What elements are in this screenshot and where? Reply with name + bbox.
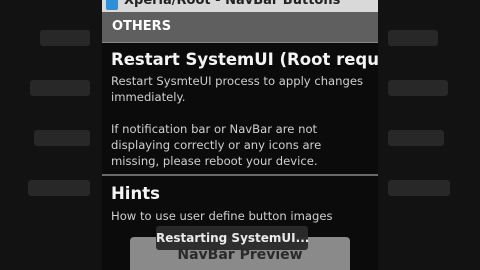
- restart-systemui-summary: Restart SysmteUI process to apply change…: [111, 74, 364, 104]
- pref-divider: [102, 174, 378, 176]
- app-icon: [106, 0, 118, 10]
- hints-summary: How to use user define button images: [111, 209, 333, 223]
- settings-screen: Xperia/Root - NavBar Buttons OTHERS Rest…: [102, 0, 378, 270]
- section-header-others: OTHERS: [102, 12, 378, 43]
- app-title-bar: Xperia/Root - NavBar Buttons: [102, 0, 378, 12]
- toast-text: Restarting SystemUI...: [156, 231, 310, 245]
- background-left: [0, 0, 102, 270]
- restart-systemui-warning: If notification bar or NavBar are not di…: [111, 122, 322, 168]
- section-header-label: OTHERS: [112, 19, 172, 34]
- app-title: Xperia/Root - NavBar Buttons: [124, 0, 341, 8]
- restart-systemui-title: Restart SystemUI (Root required): [111, 50, 378, 69]
- background-right: [378, 0, 480, 270]
- toast-message: Restarting SystemUI...: [156, 226, 310, 250]
- hints-title: Hints: [111, 184, 160, 203]
